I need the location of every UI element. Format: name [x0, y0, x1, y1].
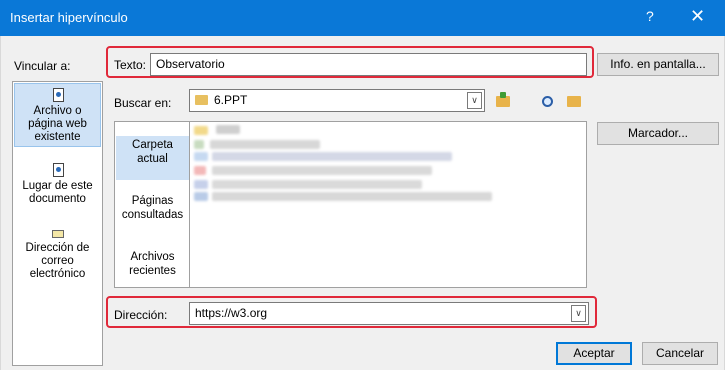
link-email-line1: Dirección de [25, 242, 90, 254]
text-label: Texto: [114, 58, 147, 72]
place-browsed-pages-line2: consultadas [121, 209, 184, 221]
browse-web-icon[interactable] [536, 90, 558, 110]
title-bar: Insertar hipervínculo ? ✕ [0, 0, 725, 36]
link-existing-file-line3: existente [34, 131, 81, 143]
ok-button[interactable]: Aceptar [556, 342, 632, 365]
link-email-line2: correo [41, 255, 74, 267]
list-item[interactable] [212, 152, 452, 161]
list-item[interactable] [194, 126, 208, 135]
email-icon [50, 224, 66, 240]
place-browsed-pages[interactable]: Páginas consultadas [116, 194, 189, 230]
address-label: Dirección: [114, 308, 168, 322]
place-recent-files-line1: Archivos [130, 251, 175, 263]
help-button[interactable]: ? [646, 8, 654, 24]
link-to-panel: Archivo o página web existente Lugar de … [12, 81, 103, 366]
list-item[interactable] [210, 140, 320, 149]
dialog-title: Insertar hipervínculo [10, 10, 128, 25]
chevron-down-icon[interactable]: ∨ [467, 92, 482, 109]
cancel-button[interactable]: Cancelar [642, 342, 718, 365]
places-bar: Carpeta actual Páginas consultadas Archi… [114, 121, 190, 288]
link-email-address[interactable]: Dirección de correo electrónico [14, 224, 101, 282]
text-input[interactable]: Observatorio [150, 53, 587, 76]
folder-icon [195, 95, 208, 105]
list-item[interactable] [194, 140, 204, 149]
screentip-button[interactable]: Info. en pantalla... [597, 53, 719, 76]
list-item[interactable] [212, 180, 422, 189]
bookmark-button[interactable]: Marcador... [597, 122, 719, 145]
link-email-line3: electrónico [29, 268, 86, 280]
document-place-icon [50, 162, 66, 178]
chevron-down-icon[interactable]: ∨ [571, 305, 586, 322]
place-current-folder-line1: Carpeta [132, 139, 173, 151]
link-existing-file-line1: Archivo o [33, 105, 82, 117]
up-folder-icon[interactable] [492, 90, 514, 110]
link-place-line2: documento [29, 193, 86, 205]
address-combobox[interactable]: https://w3.org ∨ [189, 302, 589, 325]
place-recent-files-line2: recientes [129, 265, 176, 277]
place-current-folder[interactable]: Carpeta actual [116, 136, 189, 180]
link-existing-file[interactable]: Archivo o página web existente [14, 83, 101, 147]
list-item[interactable] [194, 152, 208, 161]
look-in-combobox[interactable]: 6.PPT ∨ [189, 89, 485, 112]
list-item[interactable] [212, 192, 492, 201]
link-place-in-document[interactable]: Lugar de este documento [14, 162, 101, 206]
file-list[interactable] [189, 121, 587, 288]
place-recent-files[interactable]: Archivos recientes [116, 250, 189, 286]
list-item[interactable] [216, 125, 240, 134]
look-in-label: Buscar en: [114, 96, 172, 110]
link-place-line1: Lugar de este [22, 180, 93, 192]
address-value: https://w3.org [195, 306, 268, 320]
list-item[interactable] [212, 166, 432, 175]
link-existing-file-line2: página web [28, 118, 87, 130]
look-in-value: 6.PPT [214, 93, 248, 107]
list-item[interactable] [194, 192, 208, 201]
browse-file-icon[interactable] [563, 90, 585, 110]
place-current-folder-line2: actual [137, 153, 168, 165]
document-icon [50, 87, 66, 103]
list-item[interactable] [194, 180, 208, 189]
list-item[interactable] [194, 166, 206, 175]
place-browsed-pages-line1: Páginas [131, 195, 174, 207]
close-button[interactable]: ✕ [690, 6, 705, 26]
link-to-label: Vincular a: [14, 59, 71, 73]
